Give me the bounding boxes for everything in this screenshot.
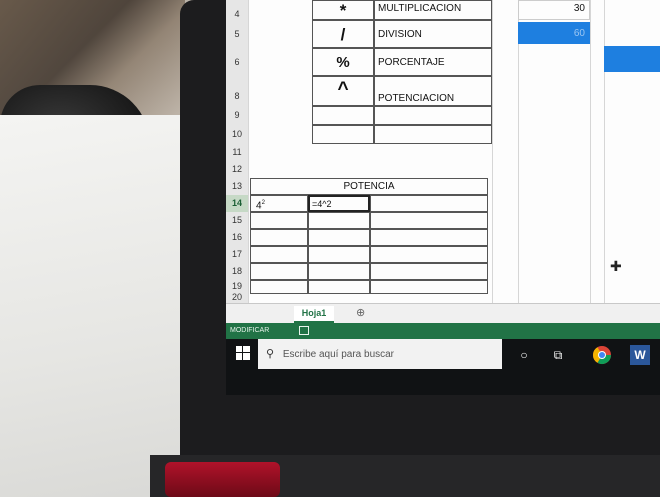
row-header[interactable]: 16	[226, 229, 248, 247]
operator-symbol-cell[interactable]: %	[312, 48, 374, 76]
row-header[interactable]: 4	[226, 0, 248, 21]
row-header[interactable]: 5	[226, 20, 248, 49]
empty-cell[interactable]	[308, 212, 370, 229]
windows-icon[interactable]	[236, 346, 250, 360]
potencia-formula-cell[interactable]: =4^2	[308, 195, 370, 212]
operator-symbol-cell[interactable]: *	[312, 0, 374, 20]
operator-label-cell[interactable]: POTENCIACION	[374, 76, 492, 106]
operator-label-cell[interactable]: PORCENTAJE	[374, 48, 492, 76]
empty-cell[interactable]	[370, 229, 488, 246]
row-header[interactable]: 18	[226, 263, 248, 281]
sheet-tabs-bar	[226, 303, 660, 324]
empty-cell[interactable]	[308, 229, 370, 246]
grid-line	[518, 0, 519, 303]
empty-cell[interactable]	[250, 229, 308, 246]
row-header[interactable]: 10	[226, 125, 248, 145]
empty-cell[interactable]	[308, 246, 370, 263]
status-bar: MODIFICAR	[226, 323, 660, 339]
row-header[interactable]: 8	[226, 76, 248, 107]
potencia-title-cell[interactable]: POTENCIA	[250, 178, 488, 195]
empty-cell[interactable]	[308, 263, 370, 280]
empty-cell[interactable]	[370, 195, 488, 212]
operator-symbol-cell[interactable]: /	[312, 20, 374, 48]
empty-cell[interactable]	[312, 106, 374, 125]
empty-cell[interactable]	[250, 263, 308, 280]
empty-cell[interactable]	[250, 280, 308, 294]
add-sheet-icon[interactable]: ⊕	[356, 306, 365, 319]
word-icon[interactable]: W	[630, 345, 650, 365]
empty-cell[interactable]	[370, 212, 488, 229]
row-header[interactable]: 12	[226, 161, 248, 179]
empty-cell[interactable]	[370, 246, 488, 263]
search-placeholder: Escribe aquí para buscar	[282, 349, 395, 360]
row-header[interactable]: 6	[226, 48, 248, 77]
search-icon: ⚲	[266, 348, 275, 360]
row-header[interactable]: 13	[226, 178, 248, 196]
grid-line	[492, 0, 493, 303]
result-cell-selected[interactable]: 60	[518, 22, 590, 44]
macro-record-icon[interactable]	[299, 325, 310, 335]
empty-cell[interactable]	[250, 246, 308, 263]
empty-cell[interactable]	[374, 106, 492, 125]
sheet-tab-hoja1[interactable]: Hoja1	[294, 306, 334, 323]
result-cell[interactable]: 30	[518, 0, 590, 20]
grid-line	[248, 0, 249, 303]
row-header[interactable]: 15	[226, 212, 248, 230]
empty-cell[interactable]	[374, 125, 492, 144]
row-header[interactable]: 17	[226, 246, 248, 264]
potencia-example-cell[interactable]: 42	[250, 195, 308, 212]
white-table	[0, 115, 200, 497]
chrome-icon[interactable]	[592, 345, 612, 365]
row-header-active[interactable]: 14	[226, 195, 248, 213]
row-header[interactable]: 11	[226, 144, 248, 162]
row-header[interactable]: 9	[226, 106, 248, 126]
cross-cursor-icon: ✚	[610, 258, 622, 274]
exponent-number: 2	[261, 200, 265, 206]
laptop-screen: 4 5 6 8 9 10 11 12 13 14 15 16 17 18 19 …	[226, 0, 660, 395]
empty-cell[interactable]	[308, 280, 370, 294]
empty-cell[interactable]	[312, 125, 374, 144]
empty-cell[interactable]	[250, 212, 308, 229]
status-mode: MODIFICAR	[230, 327, 270, 334]
taskbar-search-box[interactable]: ⚲ Escribe aquí para buscar	[258, 339, 502, 369]
task-view-icon[interactable]: ⧉	[548, 345, 568, 365]
empty-cell[interactable]	[370, 263, 488, 280]
selected-cell-blue[interactable]	[604, 46, 660, 72]
grid-line	[590, 0, 591, 303]
cortana-icon[interactable]: ○	[514, 345, 534, 365]
laptop-red-hinge	[165, 462, 280, 497]
empty-cell[interactable]	[370, 280, 488, 294]
operator-label-cell[interactable]: MULTIPLICACION	[374, 0, 492, 20]
operator-label-cell[interactable]: DIVISION	[374, 20, 492, 48]
operator-symbol-cell[interactable]: ^	[312, 76, 374, 106]
